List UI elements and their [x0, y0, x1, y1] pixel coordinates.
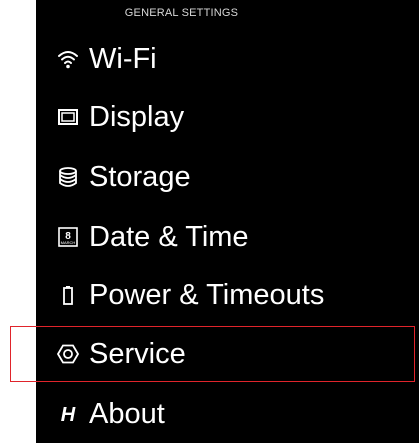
- display-icon: [56, 105, 80, 129]
- menu-item-label: Service: [89, 337, 186, 370]
- menu-item-power-timeouts[interactable]: Power & Timeouts: [56, 273, 396, 317]
- storage-icon: [56, 165, 80, 189]
- service-icon: [56, 342, 80, 366]
- battery-icon: [56, 283, 80, 307]
- about-logo-text: H: [61, 404, 76, 425]
- menu-item-service[interactable]: Service: [56, 332, 396, 376]
- page-title: GENERAL SETTINGS: [124, 7, 239, 19]
- calendar-icon: 8 MARCH: [56, 225, 80, 249]
- menu-item-about[interactable]: H About: [56, 392, 396, 436]
- menu-item-label: Power & Timeouts: [89, 278, 325, 311]
- hasselblad-logo-icon: H: [56, 402, 80, 426]
- menu-item-display[interactable]: Display: [56, 95, 396, 139]
- menu-item-label: Display: [89, 100, 185, 133]
- menu-item-label: Wi-Fi: [89, 42, 157, 75]
- menu-item-wifi[interactable]: Wi-Fi: [56, 37, 396, 81]
- menu-item-label: Date & Time: [89, 220, 249, 253]
- menu-item-label: About: [89, 397, 165, 430]
- menu-item-label: Storage: [89, 160, 191, 193]
- menu-item-date-time[interactable]: 8 MARCH Date & Time: [56, 215, 396, 259]
- wifi-icon: [56, 47, 80, 71]
- calendar-month-text: MARCH: [61, 240, 76, 245]
- settings-screen: GENERAL SETTINGS Wi-Fi Display Storage 8…: [36, 0, 419, 443]
- menu-item-storage[interactable]: Storage: [56, 155, 396, 199]
